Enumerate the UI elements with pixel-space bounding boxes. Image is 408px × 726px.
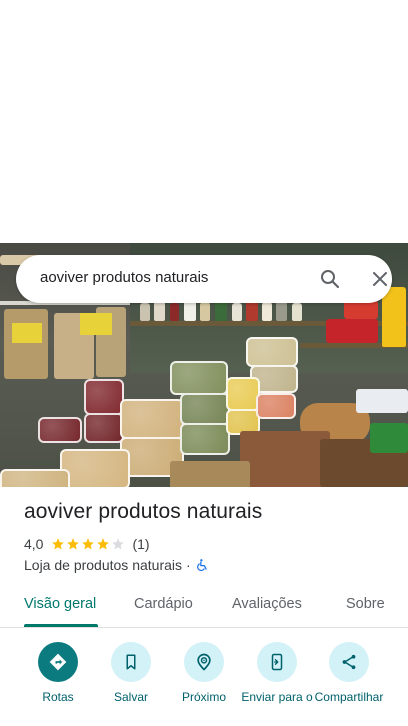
- review-count[interactable]: (1): [132, 536, 149, 552]
- place-page: aoviver produtos naturais aoviver produt…: [0, 0, 408, 726]
- star-icon: [52, 538, 65, 550]
- star-icon: [97, 538, 110, 550]
- search-icon[interactable]: [318, 267, 342, 291]
- nearby-button[interactable]: Próximo: [164, 642, 244, 704]
- tab-about[interactable]: Sobre: [346, 596, 385, 612]
- tab-bar: Visão geral Cardápio Avaliações Sobre: [0, 586, 408, 628]
- share-icon[interactable]: [329, 642, 369, 682]
- send-to-phone-icon[interactable]: [257, 642, 297, 682]
- place-title: aoviver produtos naturais: [24, 500, 263, 523]
- map-area[interactable]: [0, 0, 408, 243]
- star-icon: [67, 538, 80, 550]
- share-label: Compartilhar: [314, 690, 384, 704]
- tab-menu[interactable]: Cardápio: [134, 596, 193, 612]
- bookmark-icon[interactable]: [111, 642, 151, 682]
- send-to-phone-label: Enviar para o: [241, 690, 313, 704]
- wheelchair-icon: [195, 558, 209, 572]
- separator: ·: [186, 557, 191, 573]
- share-button[interactable]: Compartilhar: [309, 642, 389, 704]
- directions-icon[interactable]: [38, 642, 78, 682]
- save-label: Salvar: [113, 690, 148, 704]
- rating-value: 4,0: [24, 536, 44, 552]
- category-row: Loja de produtos naturais ·: [24, 557, 209, 573]
- nearby-icon[interactable]: [184, 642, 224, 682]
- search-bar[interactable]: aoviver produtos naturais: [16, 255, 392, 303]
- active-tab-indicator: [24, 624, 98, 627]
- directions-label: Rotas: [42, 690, 74, 704]
- close-icon[interactable]: [368, 267, 392, 291]
- star-icon: [82, 538, 95, 550]
- search-input[interactable]: aoviver produtos naturais: [40, 269, 208, 286]
- save-button[interactable]: Salvar: [91, 642, 171, 704]
- send-to-phone-button[interactable]: Enviar para o: [237, 642, 317, 704]
- rating-row[interactable]: 4,0 (1): [24, 536, 150, 552]
- place-category: Loja de produtos naturais: [24, 557, 182, 573]
- star-rating: [51, 537, 126, 551]
- directions-button[interactable]: Rotas: [18, 642, 98, 704]
- tab-overview[interactable]: Visão geral: [24, 596, 96, 612]
- nearby-label: Próximo: [181, 690, 226, 704]
- tab-reviews[interactable]: Avaliações: [232, 596, 302, 612]
- star-empty-icon: [112, 538, 125, 550]
